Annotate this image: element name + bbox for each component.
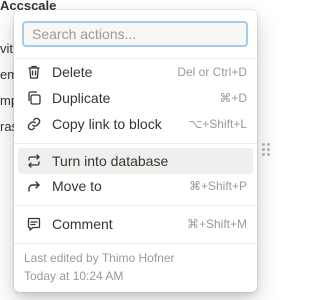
block-actions-menu: Delete Del or Ctrl+D Duplicate ⌘+D Copy … <box>14 10 257 292</box>
divider <box>14 143 257 144</box>
menu-item-label: Duplicate <box>52 90 111 106</box>
menu-item-shortcut: ⌘+D <box>219 91 247 105</box>
search-actions-input[interactable] <box>22 21 248 47</box>
block-drag-handle-icon[interactable] <box>262 143 272 157</box>
link-icon <box>24 114 44 134</box>
menu-item-label: Move to <box>52 178 102 194</box>
menu-item-move-to[interactable]: Move to ⌘+Shift+P <box>18 173 253 199</box>
divider <box>14 205 257 206</box>
comment-icon <box>24 214 44 234</box>
menu-item-label: Comment <box>52 216 113 232</box>
menu-item-label: Copy link to block <box>52 116 162 132</box>
menu-item-shortcut: ⌥+Shift+L <box>188 117 247 131</box>
last-edited-time-text: Today at 10:24 AM <box>24 269 124 283</box>
trash-icon <box>24 62 44 82</box>
menu-item-copy-link[interactable]: Copy link to block ⌥+Shift+L <box>18 111 253 137</box>
background-text-line: vit <box>0 41 13 56</box>
menu-item-duplicate[interactable]: Duplicate ⌘+D <box>18 85 253 111</box>
turn-into-icon <box>24 151 44 171</box>
last-edited-by-text: Last edited by Thimo Hofner <box>24 251 175 265</box>
menu-item-turn-into-database[interactable]: Turn into database <box>18 148 253 174</box>
duplicate-icon <box>24 88 44 108</box>
menu-item-shortcut: ⌘+Shift+P <box>188 179 247 193</box>
divider <box>14 243 257 244</box>
menu-item-label: Turn into database <box>52 153 169 169</box>
move-arrow-icon <box>24 176 44 196</box>
search-wrapper <box>22 21 248 47</box>
menu-item-shortcut: ⌘+Shift+M <box>186 217 247 231</box>
menu-item-label: Delete <box>52 64 93 80</box>
menu-item-shortcut: Del or Ctrl+D <box>177 65 247 79</box>
menu-item-comment[interactable]: Comment ⌘+Shift+M <box>18 211 253 237</box>
menu-item-delete[interactable]: Delete Del or Ctrl+D <box>18 59 253 85</box>
